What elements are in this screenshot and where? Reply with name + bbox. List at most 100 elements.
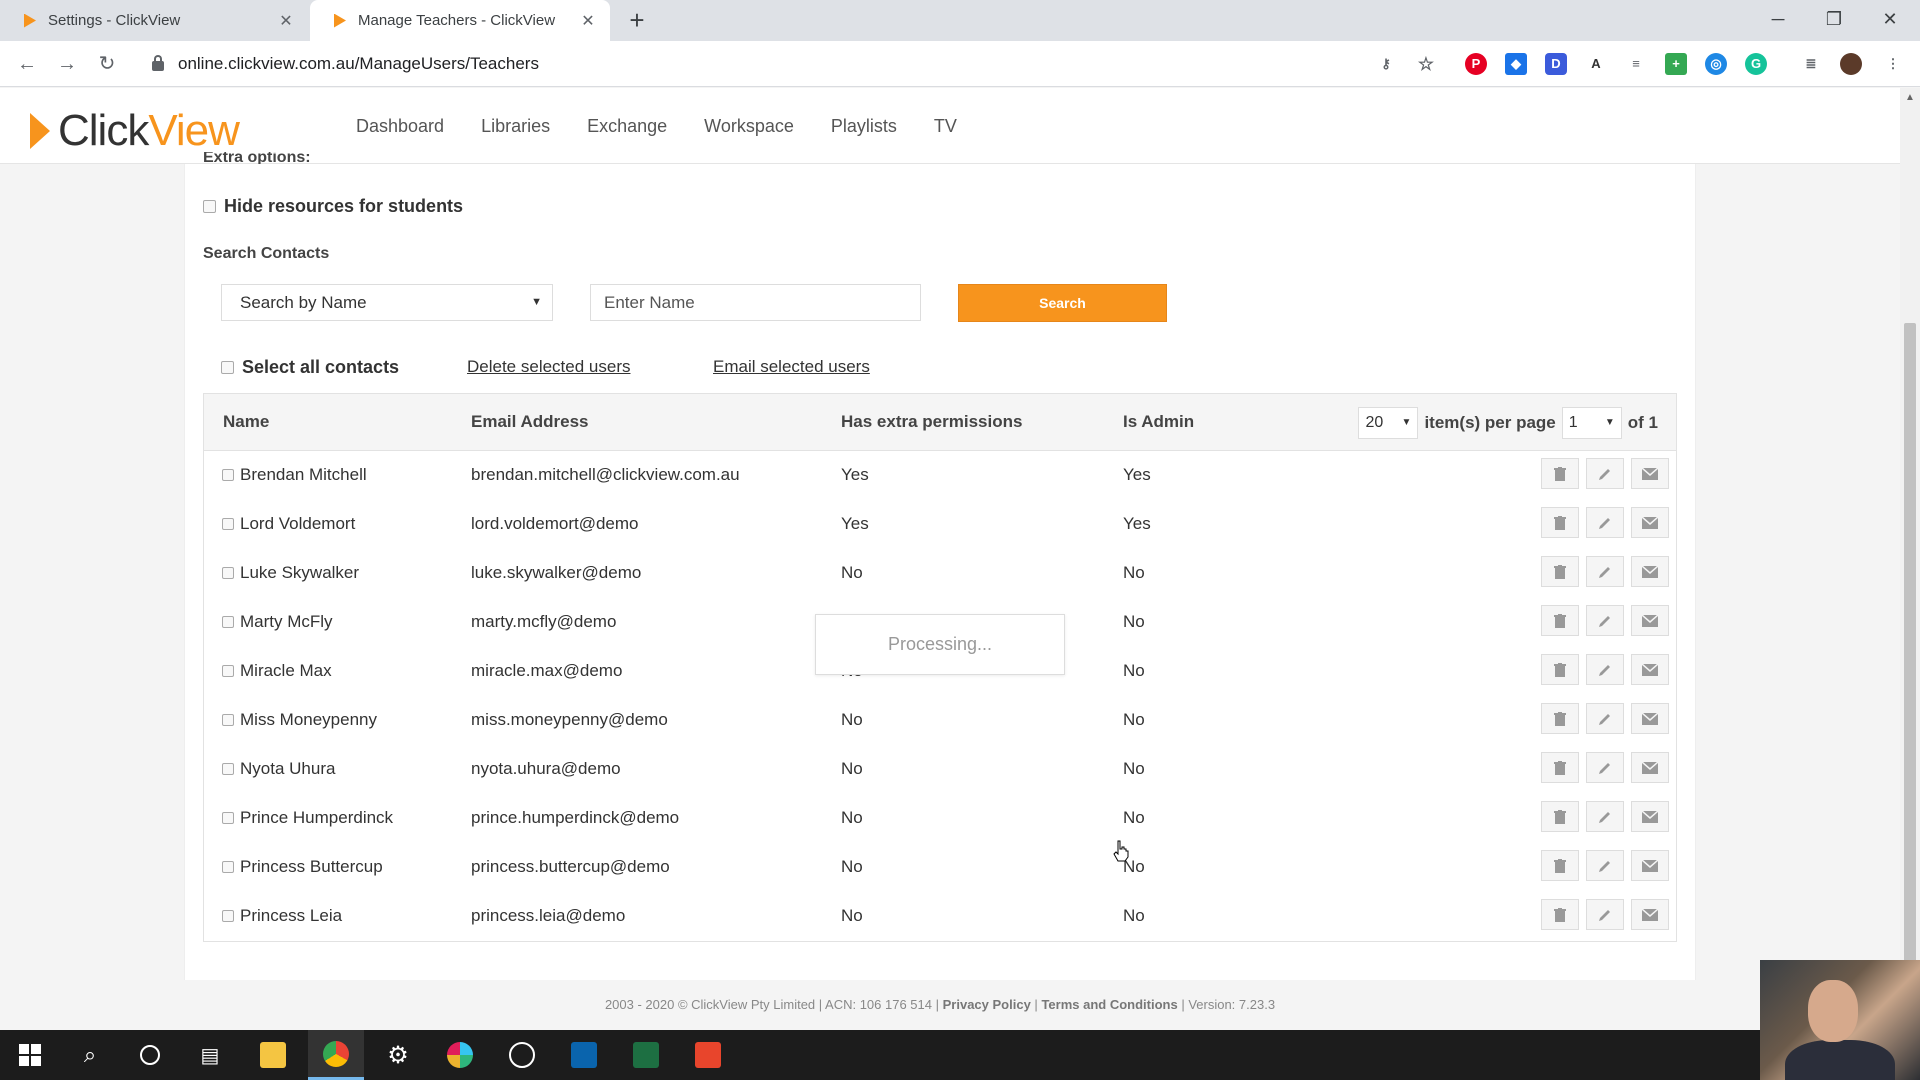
task-view-icon[interactable]: ▤ [182,1030,238,1080]
column-extra-permissions[interactable]: Has extra permissions [841,412,1022,432]
outlook-icon[interactable] [556,1030,612,1080]
edit-user-button[interactable] [1586,850,1624,881]
row-checkbox[interactable] [222,910,234,922]
email-selected-link[interactable]: Email selected users [713,357,870,377]
page-select[interactable]: 1 ▼ [1561,407,1622,439]
select-all-checkbox[interactable] [221,361,234,374]
email-user-button[interactable] [1631,752,1669,783]
photos-icon[interactable] [494,1030,550,1080]
edit-user-button[interactable] [1586,654,1624,685]
column-email[interactable]: Email Address [471,412,588,432]
extension-a-icon[interactable]: A [1585,53,1607,75]
tab-settings[interactable]: Settings - ClickView ✕ [0,0,308,41]
cortana-icon[interactable] [122,1030,178,1080]
search-by-select[interactable]: Search by Name ▼ [221,284,553,321]
edit-user-button[interactable] [1586,899,1624,930]
row-checkbox[interactable] [222,665,234,677]
name-search-input[interactable] [590,284,921,321]
clickview-logo[interactable]: ClickView [30,106,240,156]
email-user-button[interactable] [1631,556,1669,587]
edit-user-button[interactable] [1586,556,1624,587]
nav-workspace[interactable]: Workspace [704,116,794,137]
new-tab-icon[interactable]: + [622,5,652,35]
extension-plus-icon[interactable]: + [1665,53,1687,75]
forward-icon[interactable]: → [52,49,82,79]
nav-dashboard[interactable]: Dashboard [356,116,444,137]
slack-icon[interactable] [432,1030,488,1080]
nav-libraries[interactable]: Libraries [481,116,550,137]
terms-link[interactable]: Terms and Conditions [1041,997,1177,1012]
scroll-up-icon[interactable]: ▲ [1905,92,1915,103]
pinterest-icon[interactable]: P [1465,53,1487,75]
start-button[interactable] [2,1030,58,1080]
edit-user-button[interactable] [1586,801,1624,832]
nav-exchange[interactable]: Exchange [587,116,667,137]
email-user-button[interactable] [1631,703,1669,734]
maximize-icon[interactable]: ❐ [1806,0,1862,41]
email-user-button[interactable] [1631,801,1669,832]
tab-manage-teachers[interactable]: Manage Teachers - ClickView ✕ [310,0,610,41]
excel-icon[interactable] [618,1030,674,1080]
extension-lines-icon[interactable]: ≡ [1625,53,1647,75]
minimize-icon[interactable]: ─ [1750,0,1806,41]
column-name[interactable]: Name [223,412,269,432]
bookmark-star-icon[interactable]: ☆ [1415,53,1437,75]
row-checkbox[interactable] [222,714,234,726]
search-icon[interactable]: ⌕ [62,1030,118,1080]
media-queue-icon[interactable]: ≣ [1800,53,1822,75]
delete-user-button[interactable] [1541,556,1579,587]
email-user-button[interactable] [1631,458,1669,489]
delete-user-button[interactable] [1541,752,1579,783]
key-icon[interactable]: ⚷ [1375,53,1397,75]
edit-user-button[interactable] [1586,752,1624,783]
grammarly-icon[interactable]: G [1745,53,1767,75]
email-user-button[interactable] [1631,850,1669,881]
per-page-select[interactable]: 20 ▼ [1358,407,1419,439]
row-checkbox[interactable] [222,763,234,775]
delete-user-button[interactable] [1541,801,1579,832]
file-explorer-icon[interactable] [245,1030,301,1080]
delete-user-button[interactable] [1541,605,1579,636]
extension-circle-icon[interactable]: ◎ [1705,53,1727,75]
email-user-button[interactable] [1631,507,1669,538]
row-checkbox[interactable] [222,518,234,530]
address-bar[interactable]: online.clickview.com.au/ManageUsers/Teac… [140,47,1440,81]
window-close-icon[interactable]: ✕ [1862,0,1918,41]
edit-user-button[interactable] [1586,605,1624,636]
row-checkbox[interactable] [222,616,234,628]
settings-gear-icon[interactable]: ⚙ [370,1030,426,1080]
hide-resources-checkbox[interactable] [203,200,216,213]
nav-playlists[interactable]: Playlists [831,116,897,137]
edit-user-button[interactable] [1586,703,1624,734]
column-is-admin[interactable]: Is Admin [1123,412,1194,432]
delete-user-button[interactable] [1541,703,1579,734]
email-user-button[interactable] [1631,899,1669,930]
extension-blue-icon[interactable]: ◆ [1505,53,1527,75]
row-checkbox[interactable] [222,469,234,481]
chrome-taskbar-icon[interactable] [308,1030,364,1080]
delete-user-button[interactable] [1541,899,1579,930]
edit-user-button[interactable] [1586,458,1624,489]
extension-d-icon[interactable]: D [1545,53,1567,75]
row-checkbox[interactable] [222,567,234,579]
reload-icon[interactable]: ↻ [92,49,122,79]
close-tab-icon[interactable]: ✕ [578,11,598,31]
scroll-thumb[interactable] [1904,323,1916,1023]
delete-selected-link[interactable]: Delete selected users [467,357,630,377]
row-checkbox[interactable] [222,861,234,873]
menu-kebab-icon[interactable]: ⋮ [1882,53,1904,75]
select-all-option[interactable]: Select all contacts [221,357,399,378]
privacy-policy-link[interactable]: Privacy Policy [943,997,1031,1012]
email-user-button[interactable] [1631,605,1669,636]
edit-user-button[interactable] [1586,507,1624,538]
profile-avatar[interactable] [1840,53,1862,75]
delete-user-button[interactable] [1541,458,1579,489]
clickview-app-icon[interactable] [680,1030,736,1080]
delete-user-button[interactable] [1541,654,1579,685]
delete-user-button[interactable] [1541,850,1579,881]
nav-tv[interactable]: TV [934,116,957,137]
close-tab-icon[interactable]: ✕ [276,11,296,31]
row-checkbox[interactable] [222,812,234,824]
hide-resources-option[interactable]: Hide resources for students [203,196,463,217]
back-icon[interactable]: ← [12,49,42,79]
